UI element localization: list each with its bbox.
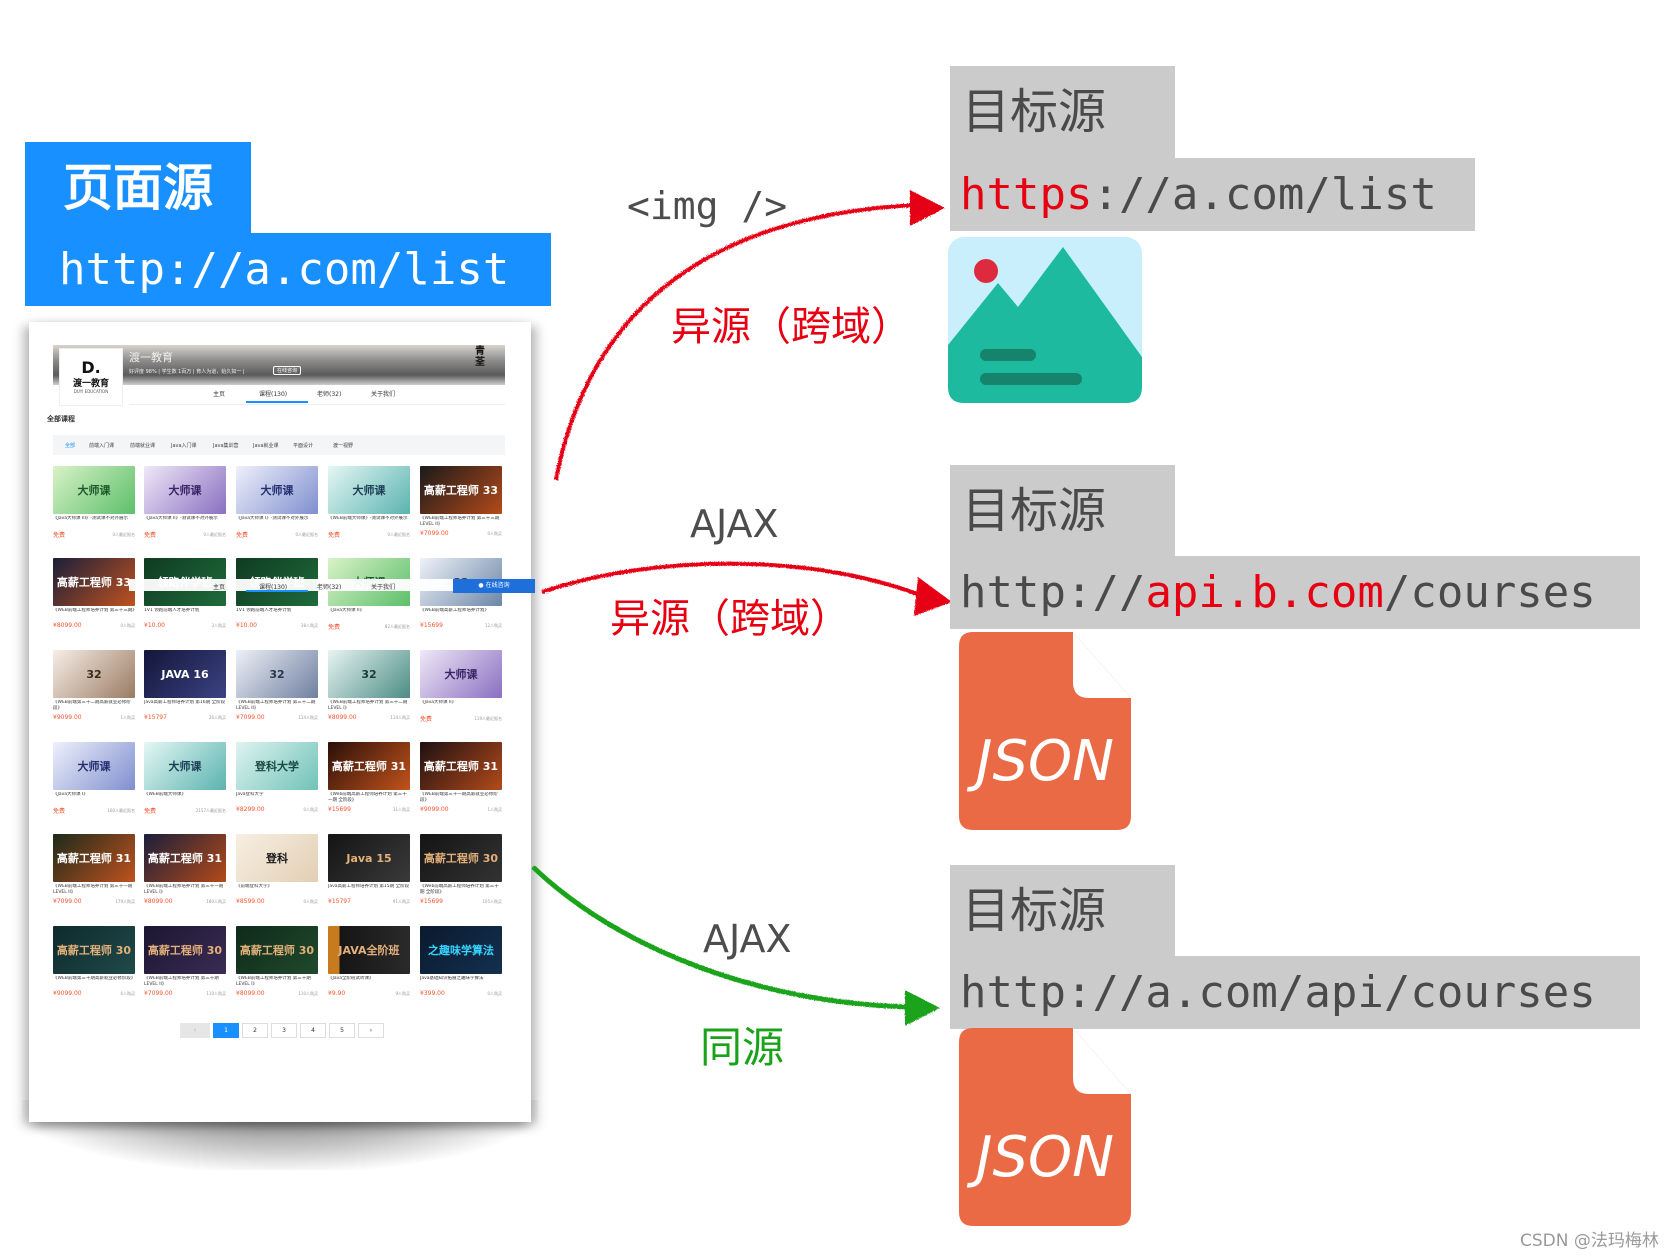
target-url-1-rest: ://a.com/list (1092, 169, 1437, 220)
target-title-3: 目标源 (950, 865, 1175, 957)
arrow-ajax-cross-head (914, 577, 952, 616)
arrow-ajax-same-head (905, 990, 940, 1026)
relation-label-img: 异源（跨域） (671, 304, 911, 350)
json-file-icon: JSON (959, 1028, 1131, 1226)
target-url-2: http://api.b.com/courses (950, 556, 1640, 629)
target-title-2: 目标源 (950, 465, 1175, 557)
target-title-1: 目标源 (950, 66, 1175, 158)
json-file-icon: JSON (959, 632, 1131, 830)
watermark: CSDN @法玛梅林 (1520, 1231, 1659, 1251)
target-url-1-scheme: https (960, 169, 1093, 220)
arrow-img-head (910, 190, 945, 226)
target-url-2-scheme: http:// (960, 567, 1146, 618)
json-label: JSON (966, 729, 1114, 794)
method-label-img: <img /> (627, 184, 788, 228)
method-label-ajax-same: AJAX (703, 917, 792, 961)
image-icon (948, 237, 1142, 403)
target-url-2-host: api.b.com (1145, 567, 1384, 618)
relation-label-ajax-cross: 异源（跨域） (610, 596, 850, 642)
json-label: JSON (966, 1125, 1114, 1190)
target-url-3-text: http://a.com/api/courses (960, 967, 1596, 1018)
target-url-2-path: /courses (1383, 567, 1596, 618)
relation-label-ajax-same: 同源 (700, 1023, 785, 1072)
target-url-1: https://a.com/list (950, 158, 1475, 231)
target-url-3: http://a.com/api/courses (950, 956, 1640, 1029)
method-label-ajax-cross: AJAX (690, 502, 779, 546)
